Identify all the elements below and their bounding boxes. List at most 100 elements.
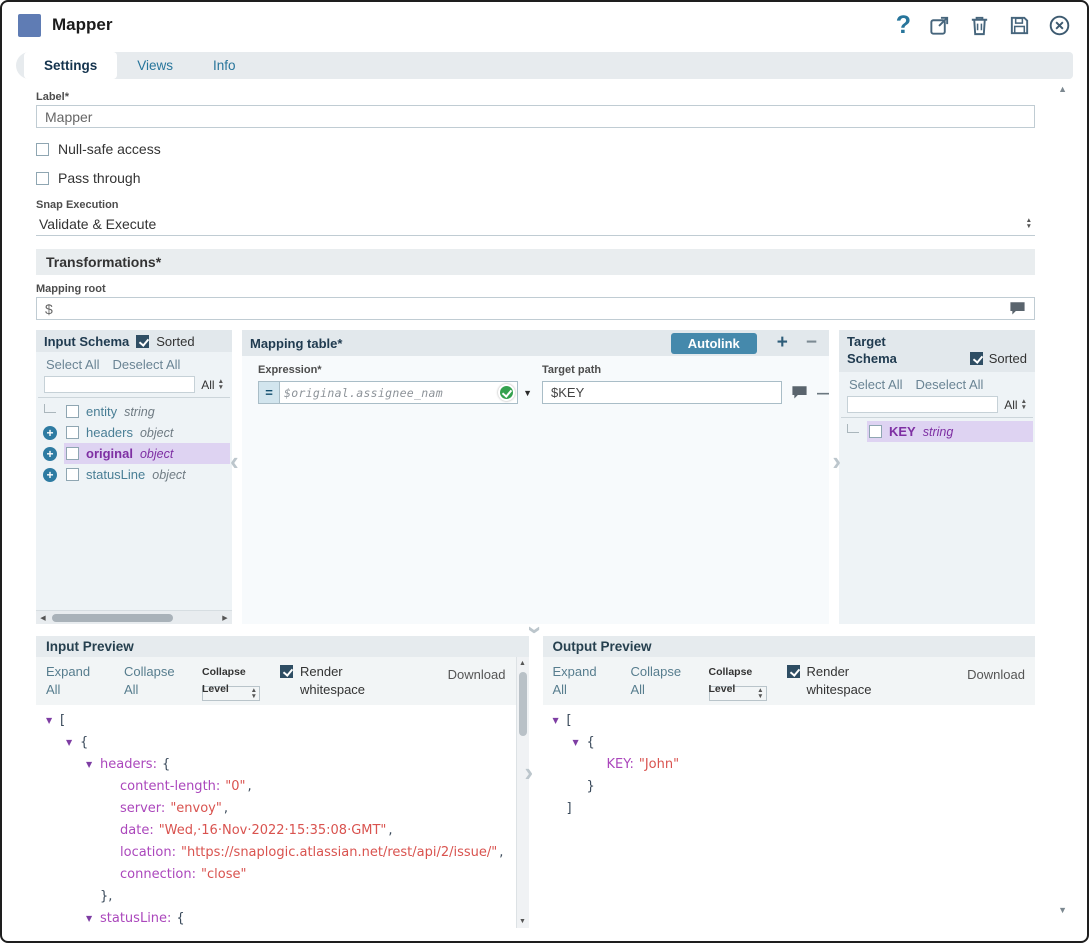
expression-toggle-button[interactable]: =: [259, 382, 280, 403]
label-input[interactable]: Mapper: [36, 105, 1035, 128]
input-schema-links: Select All Deselect All: [36, 352, 232, 375]
json-key: location:: [120, 845, 176, 860]
schema-item-headers[interactable]: + headersobject: [36, 422, 232, 443]
tree-connector: [36, 401, 64, 422]
hscroll-right-arrow[interactable]: ▶: [218, 614, 232, 622]
target-schema-select-all-link[interactable]: Select All: [849, 377, 902, 392]
schema-item-checkbox[interactable]: [66, 447, 79, 460]
collapse-target-schema-handle[interactable]: ›: [832, 448, 841, 474]
input-download-link[interactable]: Download: [448, 663, 506, 682]
autolink-button[interactable]: Autolink: [671, 333, 757, 354]
input-preview-vscrollbar[interactable]: ▲ ▼: [516, 657, 529, 928]
input-render-whitespace-checkbox[interactable]: [280, 665, 293, 678]
json-collapse-arrow[interactable]: ▼: [66, 738, 80, 747]
collapse-input-schema-handle[interactable]: ‹: [230, 448, 239, 474]
schema-item-label[interactable]: statusLineobject: [64, 464, 230, 485]
json-line: }: [545, 775, 1034, 797]
snap-execution-select[interactable]: Validate & Execute ▲▼: [36, 213, 1035, 236]
pass-through-checkbox[interactable]: [36, 172, 49, 185]
spinner-icon[interactable]: ▲▼: [1026, 218, 1032, 230]
target-path-input[interactable]: $KEY: [542, 381, 782, 404]
target-schema-filter-scope[interactable]: All ▲▼: [1004, 398, 1027, 412]
schema-item-checkbox[interactable]: [869, 425, 882, 438]
vscroll-track[interactable]: [517, 670, 529, 915]
expand-plus-icon[interactable]: +: [36, 422, 64, 443]
target-schema-deselect-all-link[interactable]: Deselect All: [915, 377, 983, 392]
expand-plus-icon[interactable]: +: [43, 447, 57, 461]
input-schema-filter-scope[interactable]: All ▲▼: [201, 378, 224, 392]
json-line: ▼{: [545, 731, 1034, 753]
expand-plus-icon[interactable]: +: [36, 464, 64, 485]
remove-mapping-row-button[interactable]: −: [806, 332, 817, 354]
json-value: "0": [225, 779, 245, 794]
hscroll-track[interactable]: [50, 611, 218, 624]
json-collapse-arrow[interactable]: ▼: [86, 914, 100, 923]
close-icon[interactable]: [1048, 14, 1071, 37]
schema-item-label[interactable]: KEYstring: [867, 421, 1033, 442]
json-punctuation: {: [80, 735, 88, 750]
schema-item-checkbox[interactable]: [66, 405, 79, 418]
json-line: location:"https://snaplogic.atlassian.ne…: [38, 841, 514, 863]
vscroll-down-arrow[interactable]: ▼: [519, 915, 526, 928]
json-collapse-arrow[interactable]: ▼: [86, 760, 100, 769]
schema-item-label[interactable]: entitystring: [64, 401, 230, 422]
schema-item-label[interactable]: originalobject: [64, 443, 230, 464]
open-preview-icon[interactable]: [928, 14, 951, 37]
input-schema-sorted-checkbox[interactable]: [136, 335, 149, 348]
collapse-preview-handle[interactable]: ›: [525, 759, 534, 785]
schema-item-checkbox[interactable]: [66, 426, 79, 439]
target-schema-filter-input[interactable]: [847, 396, 998, 413]
input-schema-hscrollbar[interactable]: ◀ ▶: [36, 610, 232, 624]
scroll-up-arrow[interactable]: ▲: [1058, 85, 1067, 94]
vscroll-up-arrow[interactable]: ▲: [519, 657, 526, 670]
json-collapse-arrow[interactable]: ▼: [553, 716, 567, 725]
schema-item-KEY[interactable]: KEYstring: [839, 421, 1035, 442]
trash-icon[interactable]: [968, 14, 991, 37]
input-collapse-all-link[interactable]: Collapse All: [124, 663, 182, 698]
expand-plus-icon[interactable]: +: [43, 468, 57, 482]
output-download-link[interactable]: Download: [967, 663, 1025, 682]
expression-input[interactable]: =$original.assignee_nam: [258, 381, 518, 404]
input-schema-select-all-link[interactable]: Select All: [46, 357, 99, 372]
schema-item-label[interactable]: headersobject: [64, 422, 230, 443]
add-mapping-row-button[interactable]: +: [777, 332, 788, 354]
schema-item-statusLine[interactable]: + statusLineobject: [36, 464, 232, 485]
comment-bubble-icon[interactable]: [1009, 301, 1026, 316]
collapse-mapping-table-handle[interactable]: ›: [523, 626, 549, 635]
schema-item-checkbox[interactable]: [66, 468, 79, 481]
help-icon[interactable]: ?: [896, 13, 911, 38]
null-safe-access-checkbox[interactable]: [36, 143, 49, 156]
expand-plus-icon[interactable]: +: [43, 426, 57, 440]
output-render-whitespace-checkbox[interactable]: [787, 665, 800, 678]
expand-plus-icon[interactable]: +: [36, 443, 64, 464]
vscroll-thumb[interactable]: [519, 672, 527, 736]
scroll-down-arrow[interactable]: ▼: [1058, 906, 1067, 915]
input-expand-all-link[interactable]: Expand All: [46, 663, 104, 698]
schema-item-name: headers: [86, 425, 133, 440]
save-icon[interactable]: [1008, 14, 1031, 37]
hscroll-left-arrow[interactable]: ◀: [36, 614, 50, 622]
schema-item-original[interactable]: + originalobject: [36, 443, 232, 464]
delete-row-button[interactable]: —: [817, 384, 829, 401]
valid-check-icon: [498, 384, 515, 401]
tab-info[interactable]: Info: [193, 52, 256, 79]
json-collapse-arrow[interactable]: ▼: [46, 716, 60, 725]
tab-settings[interactable]: Settings: [24, 52, 117, 79]
spinner-icon[interactable]: ▲▼: [218, 379, 224, 391]
json-punctuation: [: [60, 713, 65, 728]
output-collapse-all-link[interactable]: Collapse All: [631, 663, 689, 698]
expression-dropdown-caret[interactable]: ▼: [523, 388, 532, 398]
comment-bubble-icon[interactable]: [791, 385, 808, 400]
target-schema-sorted-checkbox[interactable]: [970, 352, 983, 365]
input-schema-filter-input[interactable]: [44, 376, 195, 393]
input-schema-deselect-all-link[interactable]: Deselect All: [112, 357, 180, 372]
output-expand-all-link[interactable]: Expand All: [553, 663, 611, 698]
json-key: KEY:: [607, 757, 634, 772]
tab-views[interactable]: Views: [117, 52, 193, 79]
spinner-icon[interactable]: ▲▼: [1021, 399, 1027, 411]
json-collapse-arrow[interactable]: ▼: [573, 738, 587, 747]
mapping-root-input[interactable]: $: [36, 297, 1035, 320]
input-schema-header: Input Schema Sorted: [36, 330, 232, 352]
schema-item-entity[interactable]: entitystring: [36, 401, 232, 422]
hscroll-thumb[interactable]: [52, 614, 173, 622]
